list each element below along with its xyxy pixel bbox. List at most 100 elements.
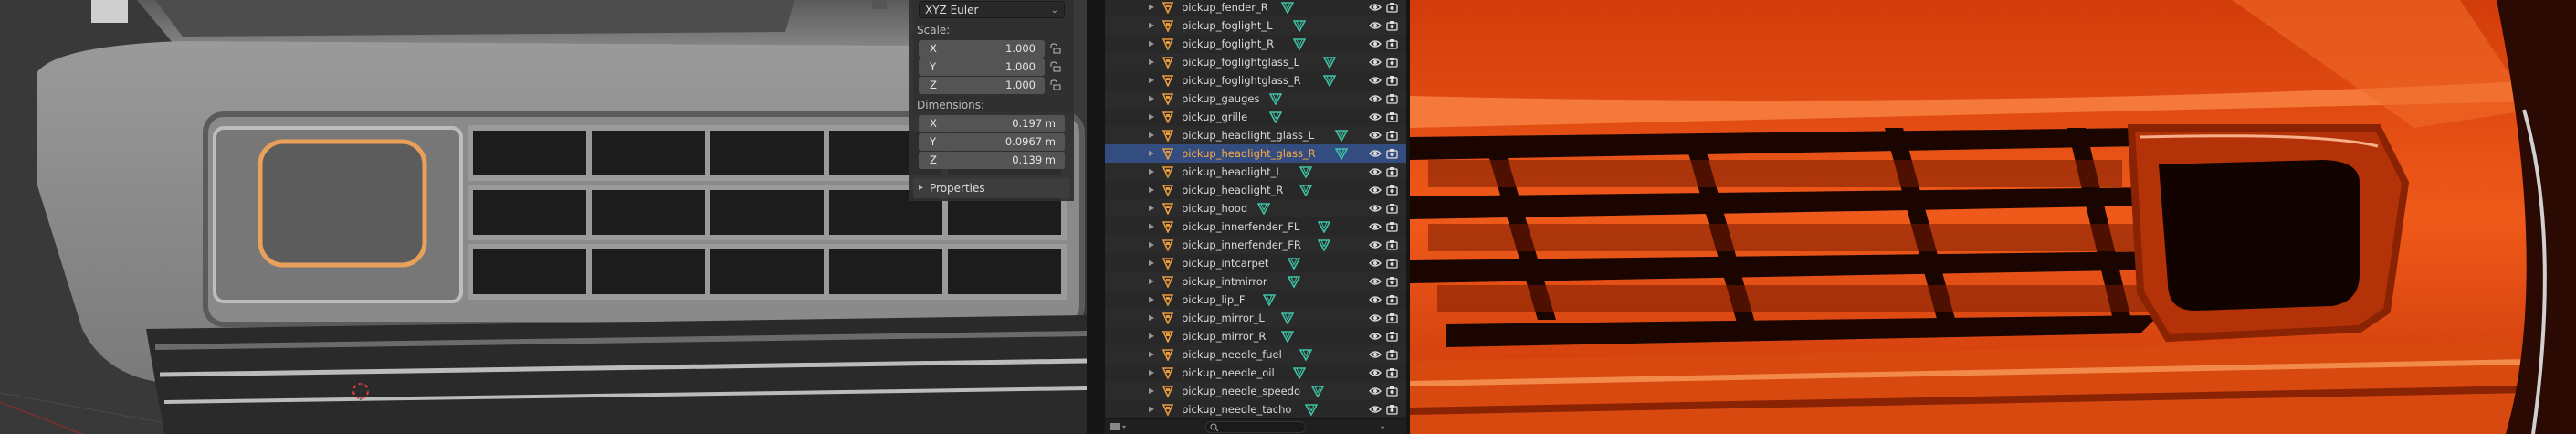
eye-icon[interactable] — [1369, 148, 1382, 159]
outliner-item[interactable]: ▶ pickup_lip_F — [1105, 291, 1406, 309]
triangle-right-icon[interactable]: ▶ — [1149, 53, 1154, 71]
mesh-data-icon[interactable] — [1335, 129, 1349, 142]
camera-icon[interactable] — [1386, 166, 1398, 177]
filter-icon[interactable]: ⌄ — [1379, 421, 1386, 431]
mesh-data-icon[interactable] — [1268, 92, 1282, 105]
mesh-data-icon[interactable] — [1305, 403, 1319, 416]
mesh-data-icon[interactable] — [1317, 238, 1330, 251]
mesh-data-icon[interactable] — [1299, 348, 1312, 361]
triangle-right-icon[interactable]: ▶ — [1149, 90, 1154, 108]
triangle-right-icon[interactable]: ▶ — [1149, 71, 1154, 90]
eye-icon[interactable] — [1369, 404, 1382, 415]
viewport-overlay-icon[interactable] — [872, 0, 887, 9]
triangle-right-icon[interactable]: ▶ — [1149, 327, 1154, 345]
dimensions-y-field[interactable]: Y 0.0967 m — [919, 133, 1065, 151]
camera-icon[interactable] — [1386, 148, 1398, 159]
triangle-right-icon[interactable]: ▶ — [1149, 345, 1154, 364]
triangle-right-icon[interactable]: ▶ — [1149, 400, 1154, 418]
outliner-item[interactable]: ▶ pickup_needle_speedo — [1105, 382, 1406, 400]
triangle-right-icon[interactable]: ▶ — [1149, 254, 1154, 272]
camera-icon[interactable] — [1386, 386, 1398, 397]
eye-icon[interactable] — [1369, 294, 1382, 305]
eye-icon[interactable] — [1369, 111, 1382, 122]
display-mode-icon[interactable] — [1110, 422, 1129, 431]
camera-icon[interactable] — [1386, 2, 1398, 13]
outliner-item[interactable]: ▶ pickup_mirror_R — [1105, 327, 1406, 345]
triangle-right-icon[interactable]: ▶ — [1149, 364, 1154, 382]
eye-icon[interactable] — [1369, 312, 1382, 323]
eye-icon[interactable] — [1369, 2, 1382, 13]
eye-icon[interactable] — [1369, 166, 1382, 177]
mesh-data-icon[interactable] — [1287, 275, 1300, 288]
outliner-item[interactable]: ▶ pickup_foglight_L — [1105, 16, 1406, 35]
mesh-data-icon[interactable] — [1293, 366, 1307, 379]
mesh-data-icon[interactable] — [1281, 330, 1294, 343]
eye-icon[interactable] — [1369, 239, 1382, 250]
outliner-item[interactable]: ▶ pickup_innerfender_FR — [1105, 236, 1406, 254]
eye-icon[interactable] — [1369, 349, 1382, 360]
lock-icon[interactable] — [1048, 61, 1063, 74]
triangle-right-icon[interactable]: ▶ — [1149, 163, 1154, 181]
triangle-right-icon[interactable]: ▶ — [1149, 126, 1154, 144]
outliner-item[interactable]: ▶ pickup_headlight_glass_L — [1105, 126, 1406, 144]
eye-icon[interactable] — [1369, 276, 1382, 287]
mesh-data-icon[interactable] — [1311, 385, 1324, 397]
mesh-data-icon[interactable] — [1268, 111, 1282, 123]
camera-icon[interactable] — [1386, 239, 1398, 250]
outliner-item[interactable]: ▶ pickup_intcarpet — [1105, 254, 1406, 272]
area-divider[interactable] — [1087, 0, 1105, 434]
eye-icon[interactable] — [1369, 38, 1382, 49]
triangle-right-icon[interactable]: ▶ — [1149, 144, 1154, 163]
mesh-data-icon[interactable] — [1317, 220, 1330, 233]
eye-icon[interactable] — [1369, 203, 1382, 214]
camera-icon[interactable] — [1386, 57, 1398, 68]
outliner-item[interactable]: ▶ pickup_foglightglass_L — [1105, 53, 1406, 71]
camera-icon[interactable] — [1386, 20, 1398, 31]
eye-icon[interactable] — [1369, 386, 1382, 397]
mesh-data-icon[interactable] — [1287, 257, 1300, 270]
triangle-right-icon[interactable]: ▶ — [1149, 35, 1154, 53]
outliner-item[interactable]: ▶ pickup_innerfender_FL — [1105, 217, 1406, 236]
eye-icon[interactable] — [1369, 185, 1382, 196]
lock-icon[interactable] — [1048, 79, 1063, 92]
triangle-right-icon[interactable]: ▶ — [1149, 291, 1154, 309]
camera-icon[interactable] — [1386, 404, 1398, 415]
outliner-item[interactable]: ▶ pickup_mirror_L — [1105, 309, 1406, 327]
camera-icon[interactable] — [1386, 276, 1398, 287]
triangle-right-icon[interactable]: ▶ — [1149, 108, 1154, 126]
mesh-data-icon[interactable] — [1299, 165, 1312, 178]
mesh-data-icon[interactable] — [1263, 293, 1277, 306]
scale-y-field[interactable]: Y 1.000 — [919, 58, 1045, 76]
eye-icon[interactable] — [1369, 258, 1382, 269]
camera-icon[interactable] — [1386, 203, 1398, 214]
triangle-right-icon[interactable]: ▶ — [1149, 236, 1154, 254]
eye-icon[interactable] — [1369, 93, 1382, 104]
outliner-item[interactable]: ▶ pickup_needle_tacho — [1105, 400, 1406, 418]
triangle-right-icon[interactable]: ▶ — [1149, 217, 1154, 236]
properties-panel-header[interactable]: ▸ Properties — [913, 178, 1070, 198]
mesh-data-icon[interactable] — [1323, 74, 1337, 87]
camera-icon[interactable] — [1386, 294, 1398, 305]
camera-icon[interactable] — [1386, 38, 1398, 49]
triangle-right-icon[interactable]: ▶ — [1149, 199, 1154, 217]
dimensions-x-field[interactable]: X 0.197 m — [919, 115, 1065, 132]
camera-icon[interactable] — [1386, 130, 1398, 141]
camera-icon[interactable] — [1386, 221, 1398, 232]
triangle-right-icon[interactable]: ▶ — [1149, 309, 1154, 327]
outliner-item[interactable]: ▶ pickup_headlight_glass_R — [1105, 144, 1406, 163]
eye-icon[interactable] — [1369, 331, 1382, 342]
triangle-right-icon[interactable]: ▶ — [1149, 382, 1154, 400]
lock-icon[interactable] — [1048, 43, 1063, 56]
mesh-data-icon[interactable] — [1335, 147, 1349, 160]
camera-icon[interactable] — [1386, 93, 1398, 104]
triangle-right-icon[interactable]: ▶ — [1149, 272, 1154, 291]
outliner-item[interactable]: ▶ pickup_foglight_R — [1105, 35, 1406, 53]
camera-icon[interactable] — [1386, 312, 1398, 323]
outliner-item[interactable]: ▶ pickup_fender_R — [1105, 0, 1406, 16]
camera-icon[interactable] — [1386, 367, 1398, 378]
outliner-item[interactable]: ▶ pickup_needle_fuel — [1105, 345, 1406, 364]
scale-z-field[interactable]: Z 1.000 — [919, 77, 1045, 94]
camera-icon[interactable] — [1386, 331, 1398, 342]
mesh-data-icon[interactable] — [1323, 56, 1337, 69]
3d-viewport[interactable]: XYZ Euler ⌄ Scale: X 1.000 Y 1.000 Z 1.0… — [0, 0, 1087, 434]
